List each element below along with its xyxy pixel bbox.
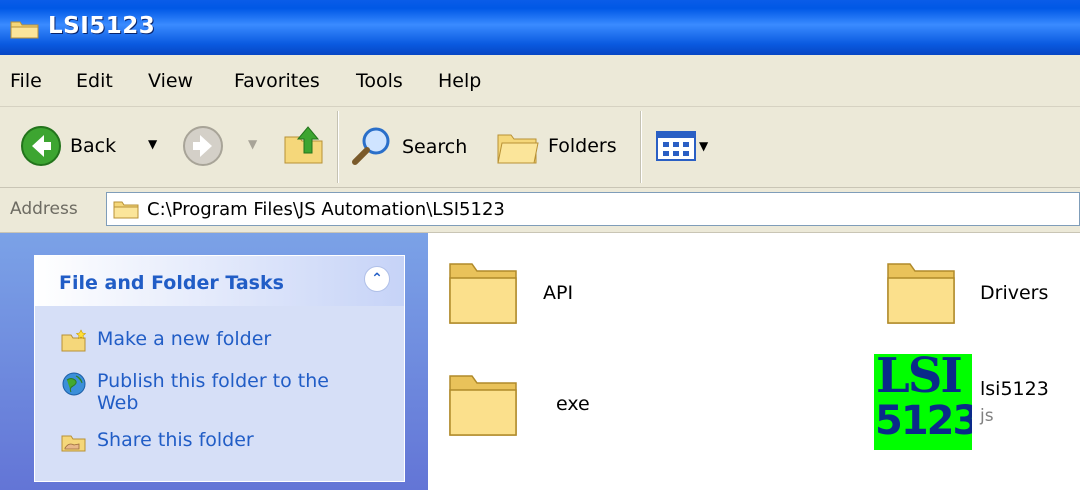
address-bar: Address C:\Program Files\JS Automation\L… [0, 188, 1080, 233]
task-label: Publish this folder to the Web [97, 370, 329, 414]
item-type: js [980, 406, 994, 426]
task-label: Make a new folder [97, 328, 272, 350]
views-icon [656, 131, 696, 161]
folder-icon [113, 201, 139, 219]
forward-dropdown-arrow[interactable]: ▼ [248, 137, 257, 151]
publish-web-icon [62, 372, 86, 396]
share-folder-icon [61, 435, 86, 452]
toolbar: Back ▼ ▼ Search Folders ▼ [0, 107, 1080, 188]
toolbar-separator [337, 111, 339, 183]
panel-title: File and Folder Tasks [59, 272, 284, 294]
menu-view[interactable]: View [148, 70, 193, 92]
task-label: Share this folder [97, 429, 254, 451]
new-folder-icon [61, 329, 87, 352]
folder-icon [449, 375, 517, 436]
toolbar-separator [640, 111, 642, 183]
up-folder-button[interactable] [282, 123, 326, 167]
file-folder-tasks-panel: File and Folder Tasks ⌃ Make a new folde… [34, 255, 405, 482]
title-bar: LSI5123 [0, 0, 1080, 55]
folders-button[interactable]: Folders [496, 125, 617, 167]
folder-icon [449, 263, 517, 324]
search-label: Search [402, 136, 468, 158]
back-arrow-icon [21, 126, 61, 166]
menu-tools[interactable]: Tools [356, 70, 403, 92]
forward-arrow-icon [183, 126, 223, 166]
menu-favorites[interactable]: Favorites [234, 70, 320, 92]
folder-item-api[interactable]: API [446, 254, 746, 334]
back-label: Back [70, 135, 117, 157]
address-label: Address [10, 199, 78, 219]
folder-item-drivers[interactable]: Drivers [884, 254, 1080, 334]
item-name: API [543, 282, 574, 304]
task-pane: File and Folder Tasks ⌃ Make a new folde… [0, 233, 428, 490]
folder-icon [887, 263, 955, 324]
folders-icon [497, 134, 539, 164]
chevron-up-icon: ⌃ [371, 271, 383, 287]
menu-help[interactable]: Help [438, 70, 481, 92]
back-button[interactable]: Back [20, 125, 116, 167]
file-item-lsi5123[interactable]: LSI 5123 lsi5123 js [874, 354, 1080, 454]
views-dropdown-arrow[interactable]: ▼ [699, 139, 708, 153]
window-title: LSI5123 [48, 13, 156, 39]
up-folder-icon [284, 126, 323, 164]
search-button[interactable]: Search [350, 125, 467, 169]
icon-text-line1: LSI [876, 354, 963, 404]
menu-file[interactable]: File [10, 70, 42, 92]
forward-button[interactable] [182, 125, 224, 167]
lsi5123-file-icon: LSI 5123 [874, 354, 972, 450]
views-button[interactable]: ▼ [656, 131, 708, 161]
item-name: Drivers [980, 282, 1049, 304]
menu-edit[interactable]: Edit [76, 70, 113, 92]
task-make-new-folder[interactable]: Make a new folder [61, 328, 271, 353]
menu-bar: File Edit View Favorites Tools Help [0, 55, 1080, 107]
item-name: lsi5123 [980, 378, 1049, 400]
address-path: C:\Program Files\JS Automation\LSI5123 [147, 199, 505, 220]
task-publish-folder-web[interactable]: Publish this folder to the Web [61, 370, 361, 414]
folders-label: Folders [548, 135, 617, 157]
back-dropdown-arrow[interactable]: ▼ [148, 137, 157, 151]
collapse-button[interactable]: ⌃ [364, 266, 390, 292]
search-icon [352, 127, 390, 165]
task-share-folder[interactable]: Share this folder [61, 429, 254, 454]
folder-item-exe[interactable]: exe [446, 366, 746, 446]
panel-header[interactable]: File and Folder Tasks ⌃ [35, 256, 404, 306]
address-field[interactable]: C:\Program Files\JS Automation\LSI5123 [106, 192, 1080, 226]
folder-icon [10, 21, 39, 39]
item-name: exe [556, 393, 590, 415]
icon-text-line2: 5123 [875, 398, 972, 444]
